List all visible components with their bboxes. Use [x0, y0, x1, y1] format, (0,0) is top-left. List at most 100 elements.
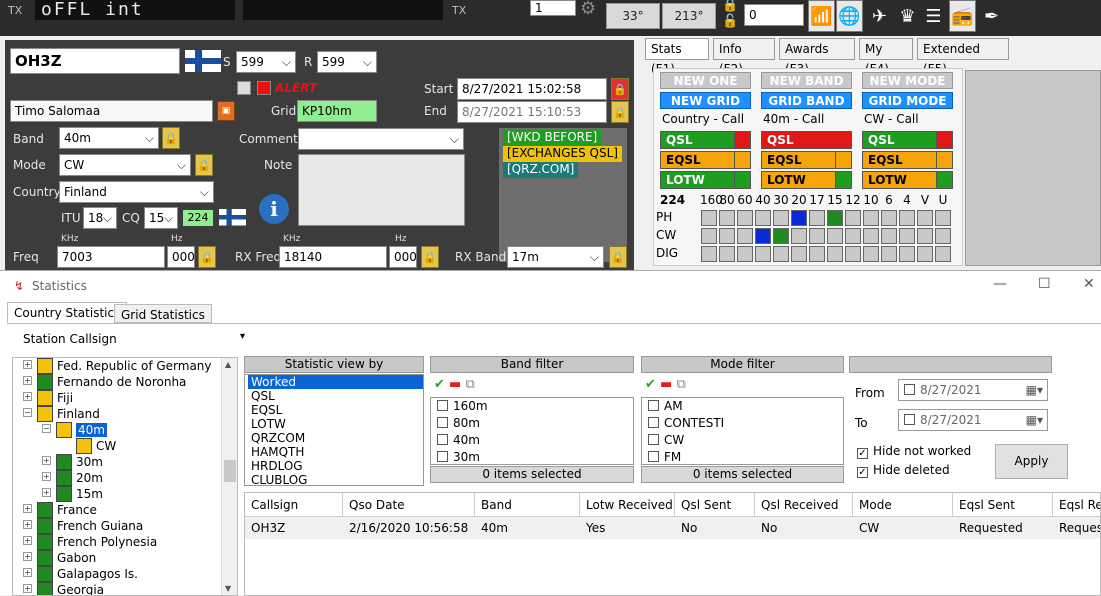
radio-icon[interactable]: 📻 [949, 0, 976, 32]
checkbox[interactable] [648, 400, 659, 411]
tree-expander-icon[interactable]: + [42, 472, 51, 481]
tree-item[interactable]: + Fernando de Noronha [23, 374, 186, 390]
column-header[interactable]: Callsign [245, 493, 343, 517]
mode-filter-list[interactable]: AM CONTESTI CW FM [641, 397, 844, 465]
list-item[interactable]: EQSL [248, 403, 423, 417]
rxband-select[interactable]: 17m [507, 246, 604, 268]
checkbox[interactable] [437, 434, 448, 445]
list-item[interactable]: CLUBLOG [248, 473, 423, 485]
calendar-icon[interactable]: ▦▾ [1026, 410, 1043, 430]
tree-item[interactable]: + France [23, 502, 97, 518]
scroll-down-icon[interactable]: ▼ [225, 584, 231, 593]
name-input[interactable]: Timo Salomaa [10, 100, 213, 122]
to-date-checkbox[interactable] [904, 414, 915, 425]
rxfreq-khz-input[interactable]: 18140 [279, 246, 387, 268]
tab-info[interactable]: Info (F2) [713, 38, 775, 76]
tree-item[interactable]: +15m [42, 486, 103, 502]
cq-select[interactable]: 15 [144, 207, 178, 229]
gear-icon[interactable]: ⚙ [580, 0, 596, 19]
satellite-icon[interactable]: ✈ [866, 0, 893, 32]
column-header[interactable]: Mode [853, 493, 953, 517]
column-header[interactable]: Band [475, 493, 580, 517]
scroll-up-icon[interactable]: ▲ [225, 360, 231, 369]
tree-expander-icon[interactable]: + [23, 504, 32, 513]
rst-sent-select[interactable]: 599 [236, 51, 296, 73]
copy-icon[interactable]: ⧉ [465, 377, 474, 392]
alert-box-gray[interactable] [237, 81, 251, 95]
tree-expander-icon[interactable]: + [23, 552, 32, 561]
column-header[interactable]: Qsl Sent [675, 493, 755, 517]
checkbox[interactable] [648, 417, 659, 428]
tab-awards[interactable]: Awards (F3) [779, 38, 855, 76]
note-textarea[interactable] [298, 154, 465, 226]
country-tree[interactable]: + Fed. Republic of Germany + Fernando de No… [12, 357, 238, 596]
info-icon[interactable]: i [259, 194, 289, 224]
list-item[interactable]: LOTW [248, 417, 423, 431]
mode-filter-item[interactable]: AM [645, 398, 843, 415]
minus-icon[interactable]: ▬ [449, 377, 461, 392]
view-by-list[interactable]: Worked QSL EQSL LOTW QRZCOM HAMQTH HRDLOG CLUBL… [244, 374, 424, 486]
tree-item[interactable]: + Fiji [23, 390, 73, 406]
tab-extended[interactable]: Extended (F5) [917, 38, 1009, 76]
band-select[interactable]: 40m [59, 127, 159, 149]
tree-expander-icon[interactable]: + [42, 456, 51, 465]
tree-expander-icon[interactable]: − [23, 408, 32, 417]
checkbox[interactable] [437, 417, 448, 428]
tree-expander-icon[interactable]: + [23, 376, 32, 385]
callsign-input[interactable]: OH3Z [10, 48, 180, 74]
freq-hz-input[interactable]: 000 [167, 246, 195, 268]
column-header[interactable]: Qso Date [343, 493, 475, 517]
tree-item[interactable]: + Galapagos Is. [23, 566, 138, 582]
tree-item[interactable]: + Fed. Republic of Germany [23, 358, 212, 374]
tree-expander-icon[interactable]: + [23, 536, 32, 545]
list-icon[interactable]: ☰ [920, 0, 947, 32]
checkmark-icon[interactable]: ✔ [434, 377, 445, 392]
checkbox[interactable] [648, 451, 659, 462]
hide-deleted-checkbox[interactable]: ✓ Hide deleted [857, 463, 950, 478]
mode-filter-item[interactable]: CONTESTI [645, 415, 843, 432]
column-header[interactable]: Qsl Received [755, 493, 853, 517]
tree-item[interactable]: +20m [42, 470, 103, 486]
tree-item[interactable]: + Georgia [23, 582, 104, 595]
rxfreq-lock-icon[interactable]: 🔒 [421, 246, 439, 268]
station-callsign-dropdown-icon[interactable]: ▾ [240, 331, 245, 342]
tree-expander-icon[interactable]: + [23, 568, 32, 577]
grid-input[interactable]: KP10hm [297, 100, 377, 122]
tree-expander-icon[interactable]: + [23, 520, 32, 529]
apply-button[interactable]: Apply [995, 444, 1068, 479]
band-filter-item[interactable]: 160m [434, 398, 633, 415]
mode-filter-item[interactable]: CW [645, 432, 843, 449]
mode-lock-icon[interactable]: 🔒 [195, 154, 213, 176]
column-header[interactable]: Eqsl Sent [953, 493, 1053, 517]
from-date-checkbox[interactable] [904, 384, 915, 395]
rxfreq-hz-input[interactable]: 000 [389, 246, 417, 268]
unlock-icon[interactable]: 🔓 [722, 14, 738, 29]
end-datetime[interactable]: 8/27/2021 15:10:53 [457, 101, 607, 123]
alert-box-red[interactable] [257, 81, 271, 95]
checkbox[interactable] [648, 434, 659, 445]
comment-input[interactable] [298, 128, 464, 150]
tab-country-statistics[interactable]: Country Statistics [7, 302, 128, 323]
band-filter-list[interactable]: 160m 80m 40m 30m [430, 397, 634, 465]
tree-expander-icon[interactable]: + [23, 584, 32, 593]
column-header[interactable]: Eqsl Re [1053, 493, 1100, 517]
tab-stats[interactable]: Stats (F1) [645, 38, 709, 76]
tree-item[interactable]: +30m [42, 454, 103, 470]
crown-icon[interactable]: ♛ [894, 0, 921, 32]
checkbox[interactable] [437, 400, 448, 411]
maximize-icon[interactable]: ☐ [1038, 276, 1051, 292]
checkmark-icon[interactable]: ✓ [857, 448, 868, 459]
band-filter-item[interactable]: 80m [434, 415, 633, 432]
qrz-lookup-icon[interactable]: ▣ [217, 101, 235, 121]
itu-select[interactable]: 18 [83, 207, 117, 229]
to-date-input[interactable]: 8/27/2021 ▦▾ [898, 409, 1048, 431]
copy-icon[interactable]: ⧉ [676, 377, 685, 392]
checkbox[interactable] [437, 451, 448, 462]
list-item[interactable]: QSL [248, 389, 423, 403]
checkmark-icon[interactable]: ✓ [857, 467, 868, 478]
list-item[interactable]: QRZCOM [248, 431, 423, 445]
globe-icon[interactable]: 🌐 [836, 0, 863, 32]
tree-expander-icon[interactable]: − [42, 424, 51, 433]
close-icon[interactable]: ✕ [1083, 276, 1095, 292]
band-filter-item[interactable]: 30m [434, 449, 633, 464]
